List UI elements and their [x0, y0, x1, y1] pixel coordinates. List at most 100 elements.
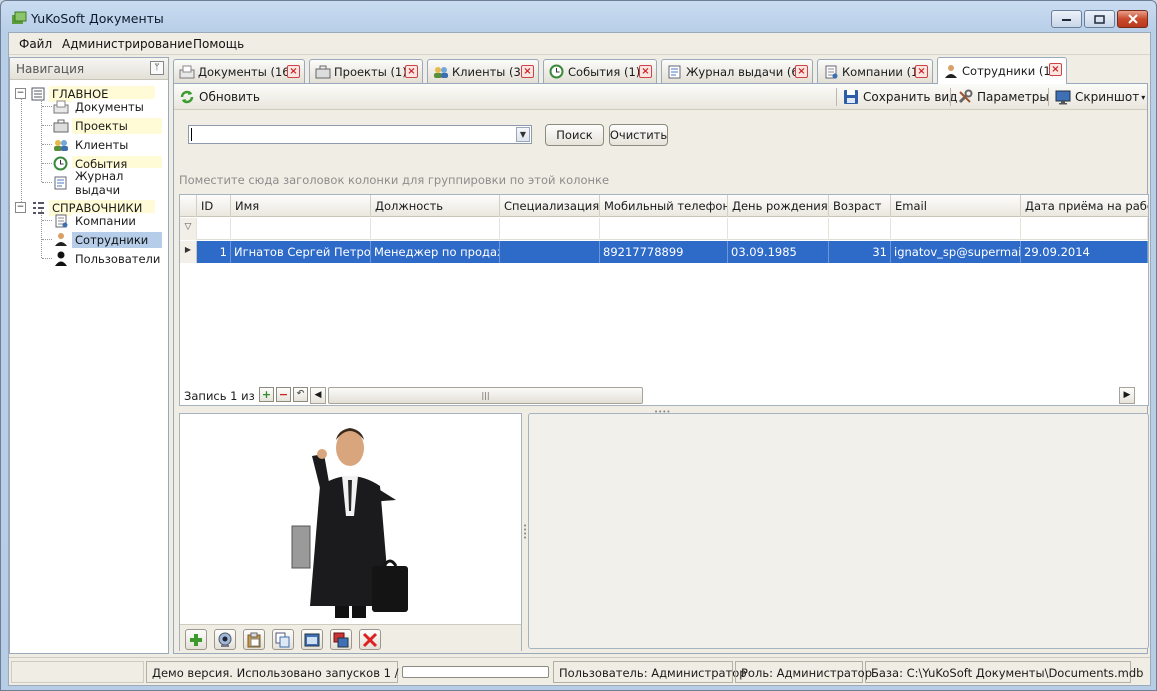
save-view-button[interactable]: Сохранить вид — [842, 87, 957, 107]
filter-cell[interactable] — [891, 218, 1021, 240]
tree-item-label: Пользователи — [72, 250, 162, 267]
close-tab-icon[interactable]: × — [915, 65, 928, 78]
pin-icon[interactable]: ᛘ — [150, 61, 164, 75]
table-row[interactable]: ▶ 1 Игнатов Сергей Петрович Менеджер по … — [180, 241, 1148, 263]
screenshot-label: Скриншот — [1075, 90, 1140, 104]
launch-progress-bar — [402, 666, 549, 678]
scroll-left-icon[interactable]: ◀ — [310, 387, 326, 404]
vertical-splitter-handle[interactable]: • • • • — [523, 523, 527, 542]
add-photo-button[interactable] — [185, 629, 207, 650]
column-header-mobile[interactable]: Мобильный телефон — [600, 195, 728, 217]
minimize-button[interactable] — [1051, 10, 1082, 28]
filter-cell[interactable] — [728, 218, 829, 240]
menu-administration[interactable]: Администрирование — [62, 37, 192, 51]
cell-position[interactable]: Менеджер по продажам — [371, 241, 500, 263]
cell-name[interactable]: Игнатов Сергей Петрович — [231, 241, 371, 263]
collapse-icon[interactable]: − — [15, 202, 26, 213]
column-header-age[interactable]: Возраст — [829, 195, 891, 217]
grid-navigator: Запись 1 из 1 + − ↶ ◀ ||| ▶ — [180, 385, 1148, 407]
tree-item-users[interactable]: Пользователи — [52, 249, 162, 268]
filter-cell[interactable] — [1021, 218, 1148, 240]
delete-photo-button[interactable] — [359, 629, 381, 650]
tab-label: Документы (16) — [198, 64, 295, 79]
filter-cell[interactable] — [197, 218, 231, 240]
tab-clients[interactable]: Клиенты (3) × — [427, 59, 539, 83]
column-header-hire-date[interactable]: Дата приёма на работу — [1021, 195, 1148, 217]
app-icon — [11, 11, 27, 25]
column-header-id[interactable]: ID — [197, 195, 231, 217]
cell-age[interactable]: 31 — [829, 241, 891, 263]
dropdown-arrow-icon[interactable]: ▾ — [1141, 93, 1145, 102]
refresh-button[interactable]: Обновить — [178, 87, 260, 107]
maximize-button[interactable] — [1084, 10, 1115, 28]
tab-journal[interactable]: Журнал выдачи (6) × — [661, 59, 813, 83]
filter-icon[interactable]: ▽ — [180, 218, 197, 240]
menu-help[interactable]: Помощь — [193, 37, 244, 51]
search-input[interactable]: ▼ — [188, 125, 532, 144]
close-tab-icon[interactable]: × — [521, 65, 534, 78]
tree-item-companies[interactable]: Компании — [52, 211, 162, 230]
horizontal-scrollbar[interactable]: ◀ ||| ▶ — [310, 387, 1135, 404]
screenshot-button[interactable]: Скриншот ▾ — [1054, 87, 1145, 107]
status-empty-panel — [11, 661, 144, 683]
tab-label: Компании (1) — [842, 64, 923, 79]
search-area: ▼ Поиск Очистить Поместите сюда заголово… — [174, 111, 1147, 191]
collapse-icon[interactable]: − — [15, 88, 26, 99]
tab-documents[interactable]: Документы (16) × — [173, 59, 305, 83]
scrollbar-thumb[interactable]: ||| — [328, 387, 643, 404]
tab-employees[interactable]: Сотрудники (1) × — [937, 57, 1067, 84]
clear-button[interactable]: Очистить — [609, 124, 668, 146]
column-header-specialization[interactable]: Специализация — [500, 195, 600, 217]
copy-button[interactable] — [272, 629, 294, 650]
column-header-name[interactable]: Имя — [231, 195, 371, 217]
tree-item-documents[interactable]: Документы — [52, 97, 162, 116]
cell-specialization[interactable] — [500, 241, 600, 263]
employees-view: Обновить Сохранить вид Параметры Скриншо… — [173, 83, 1149, 654]
webcam-button[interactable] — [214, 629, 236, 650]
cell-hire-date[interactable]: 29.09.2014 — [1021, 241, 1148, 263]
tab-companies[interactable]: Компании (1) × — [817, 59, 933, 83]
parameters-button[interactable]: Параметры — [956, 87, 1049, 107]
close-tab-icon[interactable]: × — [1049, 63, 1062, 76]
search-button[interactable]: Поиск — [545, 124, 604, 146]
close-tab-icon[interactable]: × — [287, 65, 300, 78]
fit-image-button[interactable] — [301, 629, 323, 650]
photo-toolbar — [180, 624, 521, 652]
grid-header: ID Имя Должность Специализация Мобильный… — [180, 195, 1148, 217]
add-record-icon[interactable]: + — [259, 387, 274, 402]
close-tab-icon[interactable]: × — [405, 65, 418, 78]
cell-email[interactable]: ignatov_sp@supermail.ru — [891, 241, 1021, 263]
clock-icon — [548, 64, 565, 79]
scroll-right-icon[interactable]: ▶ — [1119, 387, 1135, 404]
close-tab-icon[interactable]: × — [639, 65, 652, 78]
remove-record-icon[interactable]: − — [276, 387, 291, 402]
column-header-position[interactable]: Должность — [371, 195, 500, 217]
filter-cell[interactable] — [500, 218, 600, 240]
filter-cell[interactable] — [600, 218, 728, 240]
tab-projects[interactable]: Проекты (1) × — [309, 59, 423, 83]
column-header-email[interactable]: Email — [891, 195, 1021, 217]
filter-cell[interactable] — [231, 218, 371, 240]
paste-button[interactable] — [243, 629, 265, 650]
tools-icon — [956, 89, 973, 105]
undo-icon[interactable]: ↶ — [293, 387, 308, 402]
parameters-label: Параметры — [977, 90, 1049, 104]
tab-events[interactable]: События (1) × — [543, 59, 657, 83]
menu-file[interactable]: Файл — [19, 37, 52, 51]
tree-item-label: Документы — [72, 98, 162, 115]
cell-mobile[interactable]: 89217778899 — [600, 241, 728, 263]
tree-item-employees[interactable]: Сотрудники — [52, 230, 162, 249]
cascade-button[interactable] — [330, 629, 352, 650]
cell-birthday[interactable]: 03.09.1985 — [728, 241, 829, 263]
column-header-birthday[interactable]: День рождения — [728, 195, 829, 217]
tree-item-projects[interactable]: Проекты — [52, 116, 162, 135]
tree-item-journal[interactable]: Журнал выдачи — [52, 167, 162, 198]
chevron-down-icon[interactable]: ▼ — [516, 127, 530, 142]
close-tab-icon[interactable]: × — [795, 65, 808, 78]
cell-id[interactable]: 1 — [197, 241, 231, 263]
filter-cell[interactable] — [371, 218, 500, 240]
close-button[interactable] — [1117, 10, 1148, 28]
client-area: Файл Администрирование Помощь Навигация … — [8, 32, 1151, 686]
tree-item-clients[interactable]: Клиенты — [52, 135, 162, 154]
filter-cell[interactable] — [829, 218, 891, 240]
